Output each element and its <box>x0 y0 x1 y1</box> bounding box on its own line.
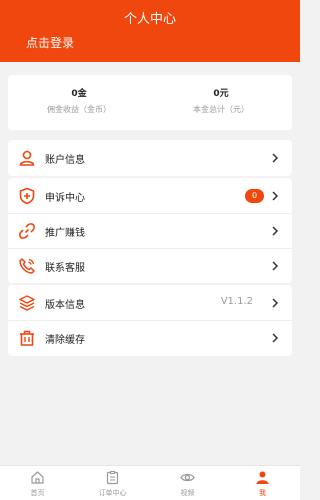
chevron-right-icon <box>272 153 279 163</box>
tab-video-label: 视频 <box>180 489 195 497</box>
clipboard-icon <box>106 470 119 485</box>
appeal-count-badge: 0 <box>245 189 264 203</box>
account-info-row[interactable]: 账户信息 <box>8 140 292 176</box>
page-title: 个人中心 <box>123 12 176 27</box>
clear-cache-row[interactable]: 清除缓存 <box>8 320 292 356</box>
shield-plus-icon <box>19 187 35 205</box>
account-info-label: 账户信息 <box>45 155 85 166</box>
system-group: 版本信息 V1.1.2 清除缓存 <box>8 285 292 356</box>
page-header: 个人中心 点击登录 <box>0 0 300 62</box>
tab-home[interactable]: 首页 <box>0 466 75 500</box>
link-icon <box>19 223 35 239</box>
user-icon <box>19 150 35 166</box>
appeal-center-row[interactable]: 申诉中心 0 <box>8 178 292 214</box>
appeal-center-label: 申诉中心 <box>45 193 85 204</box>
tab-video[interactable]: 视频 <box>150 466 225 500</box>
tab-orders-label: 订单中心 <box>98 489 127 497</box>
layers-icon <box>19 295 35 311</box>
contact-support-row[interactable]: 联系客服 <box>8 248 292 284</box>
eye-icon <box>180 473 195 482</box>
tab-me[interactable]: 我 <box>225 466 300 500</box>
tab-me-label: 我 <box>259 489 266 497</box>
service-group: 申诉中心 0 推广赚钱 联系客服 <box>8 178 292 283</box>
commission-label: 佣金收益（金币） <box>47 105 111 114</box>
phone-icon <box>19 258 35 274</box>
promote-earn-row[interactable]: 推广赚钱 <box>8 213 292 249</box>
chevron-right-icon <box>272 226 279 236</box>
home-icon <box>31 471 44 484</box>
chevron-right-icon <box>272 191 279 201</box>
trash-icon <box>20 330 34 346</box>
commission-value: 0金 <box>71 89 87 99</box>
version-info-label: 版本信息 <box>45 300 85 311</box>
bottom-tab-bar: 首页 订单中心 视频 我 <box>0 465 300 500</box>
principal-label: 本金总计（元） <box>193 105 249 114</box>
chevron-right-icon <box>272 261 279 271</box>
version-info-row[interactable]: 版本信息 V1.1.2 <box>8 285 292 321</box>
contact-support-label: 联系客服 <box>45 263 85 274</box>
clear-cache-label: 清除缓存 <box>45 335 85 346</box>
stats-card: 0金 佣金收益（金币） 0元 本金总计（元） <box>8 75 292 130</box>
principal-stat: 0元 本金总计（元） <box>150 75 292 130</box>
version-number: V1.1.2 <box>220 296 253 307</box>
login-link[interactable]: 点击登录 <box>26 34 74 51</box>
chevron-right-icon <box>272 333 279 343</box>
commission-stat: 0金 佣金收益（金币） <box>8 75 150 130</box>
account-group: 账户信息 <box>8 140 292 176</box>
principal-value: 0元 <box>213 89 229 99</box>
tab-home-label: 首页 <box>30 489 45 497</box>
tab-orders[interactable]: 订单中心 <box>75 466 150 500</box>
chevron-right-icon <box>272 298 279 308</box>
promote-earn-label: 推广赚钱 <box>45 228 85 239</box>
person-icon <box>256 471 269 484</box>
